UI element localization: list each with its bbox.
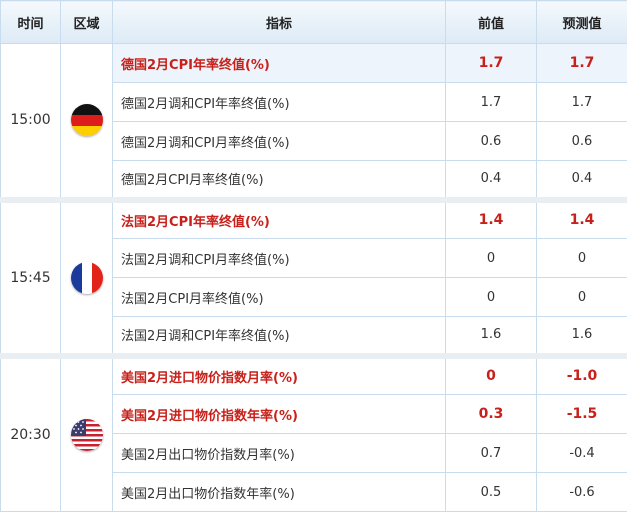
table-row: 20:30 美国2月进口物价指数月率(%) 0 -1.0 bbox=[0, 352, 627, 512]
indicator-name: 德国2月CPI月率终值(%) bbox=[112, 160, 446, 200]
economic-calendar: 时间 区域 指标 前值 预测值 15:00 德国2月CPI年率终值(%) 1.7 1… bbox=[0, 0, 627, 516]
previous-value: 0 bbox=[445, 352, 537, 395]
indicator-name: 美国2月进口物价指数年率(%) bbox=[112, 394, 446, 434]
forecast-value: 1.4 bbox=[536, 196, 627, 239]
forecast-value: 1.7 bbox=[536, 82, 627, 122]
forecast-value: -0.4 bbox=[536, 433, 627, 473]
previous-value: 1.7 bbox=[445, 43, 537, 83]
header-indicator: 指标 bbox=[112, 0, 446, 44]
region-flag-cell bbox=[60, 352, 113, 512]
previous-value: 0.5 bbox=[445, 472, 537, 512]
indicator-name: 法国2月CPI月率终值(%) bbox=[112, 277, 446, 317]
indicator-name: 美国2月进口物价指数月率(%) bbox=[112, 352, 446, 395]
event-time: 20:30 bbox=[0, 352, 61, 512]
indicator-name: 美国2月出口物价指数月率(%) bbox=[112, 433, 446, 473]
indicator-name: 法国2月CPI年率终值(%) bbox=[112, 196, 446, 239]
table-header-row: 时间 区域 指标 前值 预测值 bbox=[0, 0, 627, 44]
indicator-name: 美国2月出口物价指数年率(%) bbox=[112, 472, 446, 512]
header-forecast: 预测值 bbox=[536, 0, 627, 44]
previous-value: 0 bbox=[445, 277, 537, 317]
header-time: 时间 bbox=[0, 0, 61, 44]
forecast-value: -0.6 bbox=[536, 472, 627, 512]
usa-flag-icon bbox=[70, 418, 103, 451]
france-flag-icon bbox=[70, 261, 103, 294]
previous-value: 0.3 bbox=[445, 394, 537, 434]
indicator-name: 法国2月调和CPI年率终值(%) bbox=[112, 316, 446, 356]
table-row: 15:00 德国2月CPI年率终值(%) 1.7 1.7 bbox=[0, 43, 627, 200]
previous-value: 0 bbox=[445, 238, 537, 278]
event-time: 15:45 bbox=[0, 196, 61, 356]
forecast-value: 0 bbox=[536, 238, 627, 278]
table-row: 15:45 法国2月CPI年率终值(%) 1.4 1.4 bbox=[0, 196, 627, 356]
calendar-table: 时间 区域 指标 前值 预测值 15:00 德国2月CPI年率终值(%) 1.7 1… bbox=[0, 0, 627, 512]
header-previous: 前值 bbox=[445, 0, 537, 44]
forecast-value: -1.5 bbox=[536, 394, 627, 434]
previous-value: 0.6 bbox=[445, 121, 537, 161]
event-time: 15:00 bbox=[0, 43, 61, 200]
forecast-value: 0.6 bbox=[536, 121, 627, 161]
previous-value: 1.7 bbox=[445, 82, 537, 122]
indicator-name: 法国2月调和CPI月率终值(%) bbox=[112, 238, 446, 278]
region-flag-cell bbox=[60, 43, 113, 200]
table-body: 15:00 德国2月CPI年率终值(%) 1.7 1.7 德国2月调和CPI年率终值(… bbox=[0, 43, 627, 512]
indicator-name: 德国2月调和CPI月率终值(%) bbox=[112, 121, 446, 161]
previous-value: 0.7 bbox=[445, 433, 537, 473]
forecast-value: 1.7 bbox=[536, 43, 627, 83]
indicator-name: 德国2月CPI年率终值(%) bbox=[112, 43, 446, 83]
forecast-value: -1.0 bbox=[536, 352, 627, 395]
previous-value: 1.6 bbox=[445, 316, 537, 356]
header-region: 区域 bbox=[60, 0, 113, 44]
forecast-value: 1.6 bbox=[536, 316, 627, 356]
forecast-value: 0.4 bbox=[536, 160, 627, 200]
previous-value: 0.4 bbox=[445, 160, 537, 200]
indicator-name: 德国2月调和CPI年率终值(%) bbox=[112, 82, 446, 122]
forecast-value: 0 bbox=[536, 277, 627, 317]
previous-value: 1.4 bbox=[445, 196, 537, 239]
germany-flag-icon bbox=[70, 104, 103, 137]
region-flag-cell bbox=[60, 196, 113, 356]
